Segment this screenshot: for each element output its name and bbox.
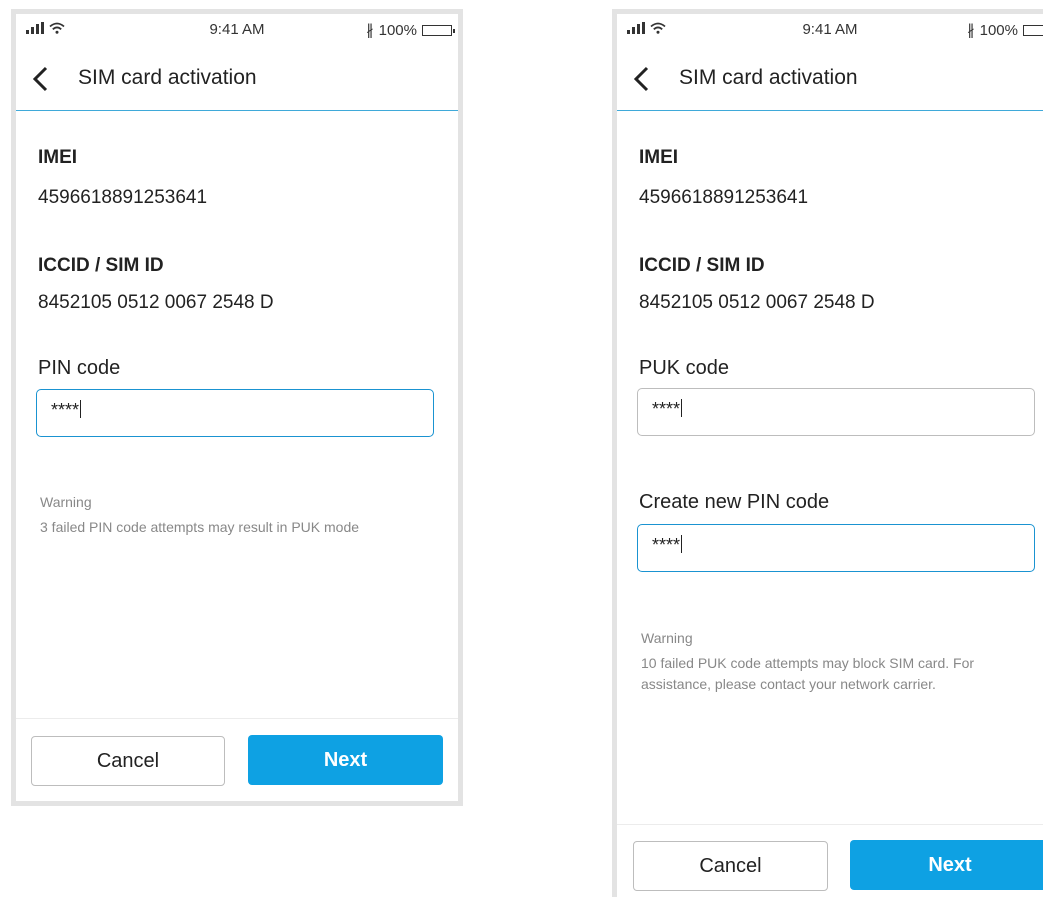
iccid-value: 8452105 0512 0067 2548 D: [639, 292, 875, 313]
nav-bar: SIM card activation: [617, 48, 1043, 111]
page-title: SIM card activation: [78, 66, 257, 89]
warning-title: Warning: [641, 630, 693, 646]
puk-code-input[interactable]: ****: [637, 388, 1035, 436]
text-cursor: [681, 535, 683, 553]
puk-code-label: PUK code: [639, 357, 730, 379]
new-pin-code-value: ****: [652, 535, 681, 555]
puk-code-value: ****: [652, 399, 681, 419]
status-bar: 9:41 AM ∦ 100%: [16, 14, 458, 48]
iccid-label: ICCID / SIM ID: [38, 255, 164, 276]
battery-percent: 100%: [378, 21, 417, 39]
imei-label: IMEI: [639, 147, 679, 168]
footer-divider: [16, 718, 458, 719]
bluetooth-icon: ∦: [967, 22, 975, 39]
page-title: SIM card activation: [679, 66, 858, 89]
imei-value: 4596618891253641: [639, 187, 809, 208]
puk-entry-screen: 9:41 AM ∦ 100% SIM card activation IMEI …: [612, 9, 1043, 897]
next-button[interactable]: Next: [850, 840, 1043, 890]
warning-text: 3 failed PIN code attempts may result in…: [40, 519, 360, 535]
footer-divider: [617, 824, 1043, 825]
text-cursor: [681, 399, 683, 417]
iccid-value: 8452105 0512 0067 2548 D: [38, 292, 274, 313]
battery-icon: [1023, 24, 1043, 36]
pin-code-value: ****: [51, 400, 80, 420]
chevron-left-icon[interactable]: [31, 66, 51, 92]
new-pin-code-input[interactable]: ****: [637, 524, 1035, 572]
warning-title: Warning: [40, 494, 92, 510]
pin-code-label: PIN code: [38, 357, 121, 379]
new-pin-code-label: Create new PIN code: [639, 491, 830, 513]
text-cursor: [80, 400, 82, 418]
imei-label: IMEI: [38, 147, 78, 168]
battery-percent: 100%: [979, 21, 1018, 39]
pin-code-input[interactable]: ****: [36, 389, 434, 437]
warning-text: 10 failed PUK code attempts may block SI…: [641, 655, 975, 692]
imei-value: 4596618891253641: [38, 187, 208, 208]
next-button[interactable]: Next: [248, 735, 443, 785]
pin-entry-screen: 9:41 AM ∦ 100% SIM card activation IMEI …: [11, 9, 463, 806]
iccid-label: ICCID / SIM ID: [639, 255, 765, 276]
battery-icon: [422, 24, 455, 36]
cancel-button[interactable]: Cancel: [31, 736, 225, 786]
bluetooth-icon: ∦: [366, 22, 374, 39]
cancel-button[interactable]: Cancel: [633, 841, 828, 891]
chevron-left-icon[interactable]: [632, 66, 652, 92]
status-bar: 9:41 AM ∦ 100%: [617, 14, 1043, 48]
nav-bar: SIM card activation: [16, 48, 458, 111]
